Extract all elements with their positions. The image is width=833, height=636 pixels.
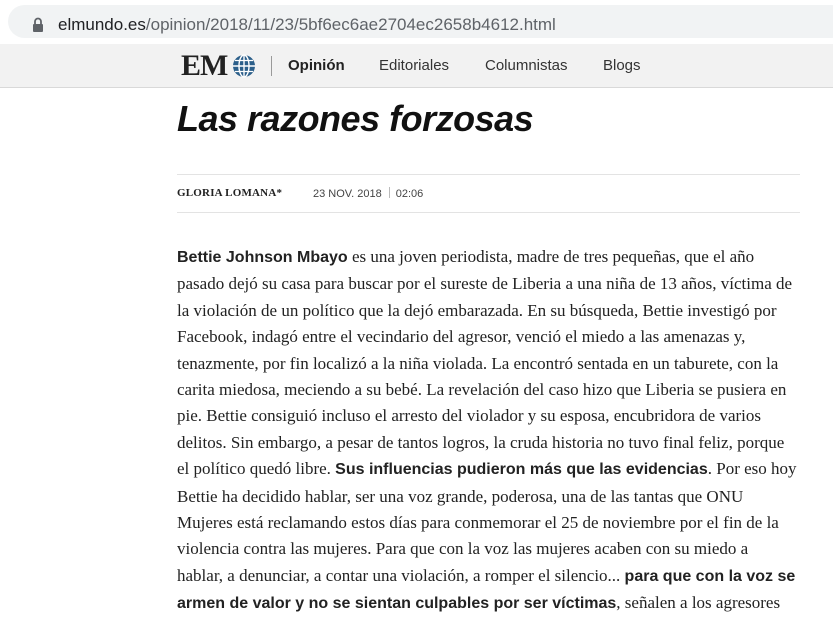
body-bold-run: Sus influencias pudieron más que las evi…	[335, 461, 708, 479]
article-title: Las razones forzosas	[177, 98, 534, 139]
address-bar[interactable]: elmundo.es/opinion/2018/11/23/5bf6ec6ae2…	[8, 5, 833, 38]
browser-toolbar: elmundo.es/opinion/2018/11/23/5bf6ec6ae2…	[0, 0, 833, 44]
article-date: 23 NOV. 2018 02:06	[313, 187, 423, 201]
url-text[interactable]: elmundo.es/opinion/2018/11/23/5bf6ec6ae2…	[58, 15, 556, 35]
globe-logo-icon[interactable]	[232, 54, 256, 78]
body-bold-run: Bettie Johnson Mbayo	[177, 249, 348, 266]
url-host: elmundo.es	[58, 15, 146, 34]
divider-bottom	[177, 212, 800, 213]
body-text-run: , señalen a los agresores	[616, 593, 781, 613]
article-body: Bettie Johnson Mbayo es una joven period…	[177, 244, 797, 618]
body-text-run: es una joven periodista, madre de tres p…	[177, 247, 793, 479]
divider-top	[177, 174, 800, 175]
nav-divider	[271, 56, 272, 76]
article-date-day: 23 NOV. 2018	[313, 188, 382, 200]
site-nav: EM Opinión Editoriales Columnistas Blogs	[0, 44, 833, 88]
nav-item-columnistas[interactable]: Columnistas	[485, 57, 568, 75]
lock-icon	[33, 17, 43, 32]
nav-item-opinion[interactable]: Opinión	[288, 57, 345, 75]
url-path: /opinion/2018/11/23/5bf6ec6ae2704ec2658b…	[145, 15, 556, 34]
article-author[interactable]: GLORIA LOMANA*	[177, 187, 282, 200]
nav-item-blogs[interactable]: Blogs	[603, 57, 641, 75]
article-time: 02:06	[395, 188, 424, 200]
site-logo[interactable]: EM	[181, 51, 228, 81]
nav-item-editoriales[interactable]: Editoriales	[379, 57, 449, 75]
